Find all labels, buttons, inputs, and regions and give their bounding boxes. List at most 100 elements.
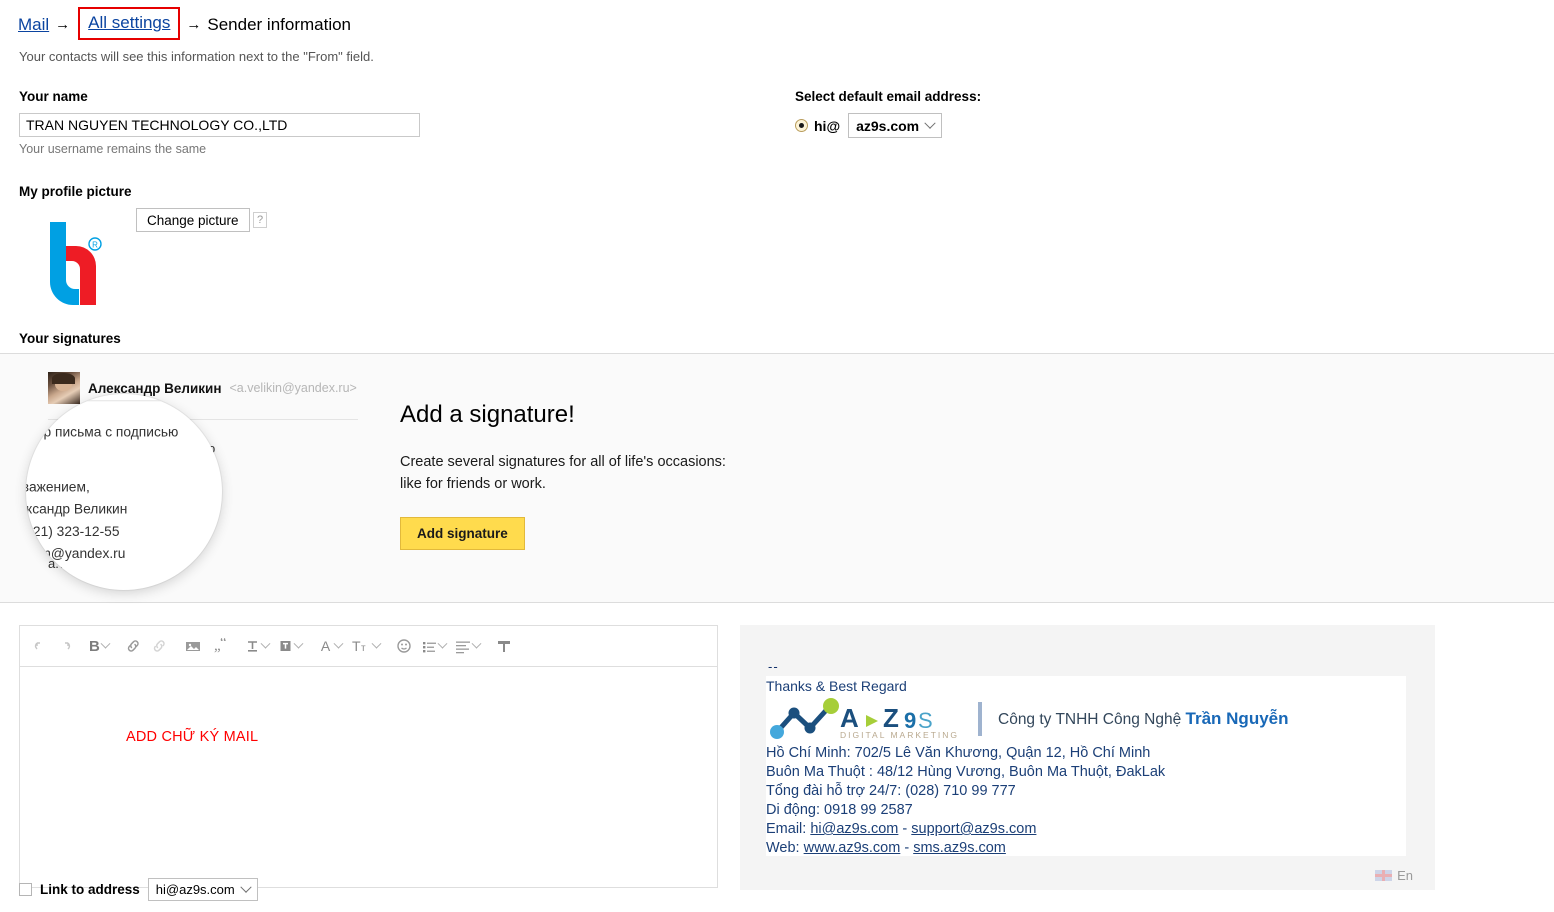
promo-description-line-1: Create several signatures for all of lif… (400, 451, 726, 473)
magnifier-overlay: Александр Великин Пример письма с подпис… (26, 394, 222, 590)
signature-company-prefix: Công ty TNHH Công Nghệ (998, 711, 1186, 728)
signature-card: Thanks & Best Regard A Z 9 S DIGITAL MAR… (766, 676, 1406, 856)
link-icon[interactable] (121, 635, 146, 657)
svg-text:A: A (321, 638, 331, 654)
svg-text:“: “ (220, 638, 227, 651)
breadcrumb-link-mail[interactable]: Mail (18, 15, 49, 35)
image-icon[interactable] (180, 635, 206, 657)
profile-picture-logo-icon: R (38, 218, 106, 306)
redo-icon[interactable] (53, 635, 77, 657)
emoji-icon[interactable] (392, 635, 416, 657)
signature-line-bmt: Buôn Ma Thuột : 48/12 Hùng Vương, Buôn M… (766, 763, 1406, 782)
uk-flag-icon (1375, 870, 1392, 881)
signature-company: Công ty TNHH Công Nghệ Trần Nguyễn (998, 709, 1289, 729)
page-subtitle: Your contacts will see this information … (19, 49, 374, 64)
breadcrumb-link-all-settings[interactable]: All settings (88, 13, 170, 32)
quote-icon[interactable]: „“ (207, 635, 233, 657)
magnified-gap (26, 443, 222, 454)
breadcrumb: Mail → All settings → Sender information (18, 8, 351, 41)
signature-email-link-1[interactable]: hi@az9s.com (810, 821, 898, 837)
language-label: En (1397, 868, 1413, 883)
az9s-logo-icon: A Z 9 S DIGITAL MARKETING (766, 696, 960, 742)
magnified-divider (26, 400, 222, 401)
signature-preview-panel: -- Thanks & Best Regard A Z 9 S DIGITAL … (740, 625, 1435, 890)
default-email-label: Select default email address: (795, 89, 981, 104)
signature-thanks: Thanks & Best Regard (766, 676, 1406, 694)
signature-email-separator: - (898, 821, 911, 837)
signature-line-hotline: Tổng đài hỗ trợ 24/7: (028) 710 99 777 (766, 782, 1406, 801)
chevron-down-icon (240, 881, 251, 892)
help-icon[interactable]: ? (253, 212, 267, 228)
undo-icon[interactable] (28, 635, 52, 657)
magnified-line-1: С уважением, (26, 475, 222, 497)
magnified-subject: Пример письма с подписью (26, 420, 222, 442)
breadcrumb-arrow-2: → (186, 16, 201, 33)
default-email-radio[interactable] (795, 119, 808, 132)
magnified-line-3: +7 (921) 323-12-55 (26, 520, 222, 542)
promo-description: Create several signatures for all of lif… (400, 451, 726, 495)
signature-web-prefix: Web: (766, 840, 804, 856)
magnified-line-2: Александр Великин (26, 498, 222, 520)
signature-company-name: Trần Nguyễn (1186, 709, 1289, 728)
chevron-down-icon (100, 638, 110, 648)
your-name-input[interactable] (19, 113, 420, 137)
unlink-icon[interactable] (147, 635, 172, 657)
sample-sender-email: <a.velikin@yandex.ru> (229, 381, 356, 395)
chevron-down-icon (293, 638, 303, 648)
chevron-down-icon (924, 117, 935, 128)
magnified-dashes: -- (26, 453, 222, 475)
svg-text:T: T (352, 638, 361, 654)
clear-format-icon[interactable] (492, 635, 516, 657)
align-icon[interactable] (451, 635, 484, 657)
signature-line-mobile: Di động: 0918 99 2587 (766, 801, 1406, 820)
default-email-row: hi@ az9s.com (795, 113, 942, 138)
preview-dashes: -- (768, 659, 779, 674)
signature-vertical-divider (978, 702, 982, 736)
bold-icon[interactable]: B (85, 636, 113, 657)
signature-email-link-2[interactable]: support@az9s.com (911, 821, 1036, 837)
signature-editor-content: ADD CHỮ KÝ MAIL (126, 729, 258, 745)
link-to-address-label: Link to address (40, 882, 140, 897)
profile-picture-label: My profile picture (19, 184, 132, 199)
promo-title: Add a signature! (400, 401, 726, 429)
highlight-color-icon[interactable] (274, 635, 306, 657)
chevron-down-icon (333, 638, 343, 648)
language-selector[interactable]: En (1375, 868, 1413, 883)
signature-web-link-2[interactable]: sms.az9s.com (913, 840, 1006, 856)
svg-text:т: т (361, 643, 366, 654)
breadcrumb-arrow-1: → (55, 16, 70, 33)
link-to-address-value: hi@az9s.com (156, 882, 235, 897)
default-email-domain-value: az9s.com (856, 118, 919, 134)
your-name-hint: Your username remains the same (19, 142, 206, 156)
page-root: Mail → All settings → Sender information… (0, 0, 1554, 912)
svg-text:Z: Z (883, 703, 899, 733)
chevron-down-icon (471, 638, 481, 648)
add-signature-button[interactable]: Add signature (400, 517, 525, 550)
magnified-email-body: Пример письма с подписью -- С уважением,… (26, 420, 222, 564)
link-to-address-select[interactable]: hi@az9s.com (148, 878, 258, 901)
change-picture-button[interactable]: Change picture (136, 208, 250, 232)
link-to-address-row: Link to address hi@az9s.com (19, 878, 258, 901)
font-size-icon[interactable]: Tт (347, 635, 384, 657)
font-family-icon[interactable]: A (314, 635, 346, 657)
svg-text:R: R (92, 241, 98, 250)
signature-promo-band: Александр Великин <a.velikin@yandex.ru> … (0, 353, 1554, 603)
signature-editor-area[interactable]: ADD CHỮ KÝ MAIL (19, 666, 718, 888)
link-to-address-checkbox[interactable] (19, 883, 32, 896)
signature-brand-row: A Z 9 S DIGITAL MARKETING Công ty TNHH C… (766, 696, 1406, 742)
chevron-down-icon (371, 638, 381, 648)
svg-text:A: A (840, 703, 859, 733)
chevron-down-icon (260, 638, 270, 648)
bullet-list-icon[interactable] (417, 635, 450, 657)
signature-line-email: Email: hi@az9s.com - support@az9s.com (766, 820, 1406, 839)
text-color-icon[interactable] (241, 635, 273, 657)
promo-description-line-2: like for friends or work. (400, 473, 726, 495)
default-email-domain-select[interactable]: az9s.com (848, 113, 942, 138)
breadcrumb-highlight-box: All settings (78, 7, 180, 40)
signature-email-prefix: Email: (766, 821, 810, 837)
signature-web-link-1[interactable]: www.az9s.com (804, 840, 901, 856)
signature-line-hcm: Hồ Chí Minh: 702/5 Lê Văn Khương, Quận 1… (766, 744, 1406, 763)
signature-editor: B „“ (19, 625, 718, 888)
default-email-username: hi@ (814, 118, 840, 134)
svg-text:DIGITAL MARKETING: DIGITAL MARKETING (840, 730, 959, 740)
